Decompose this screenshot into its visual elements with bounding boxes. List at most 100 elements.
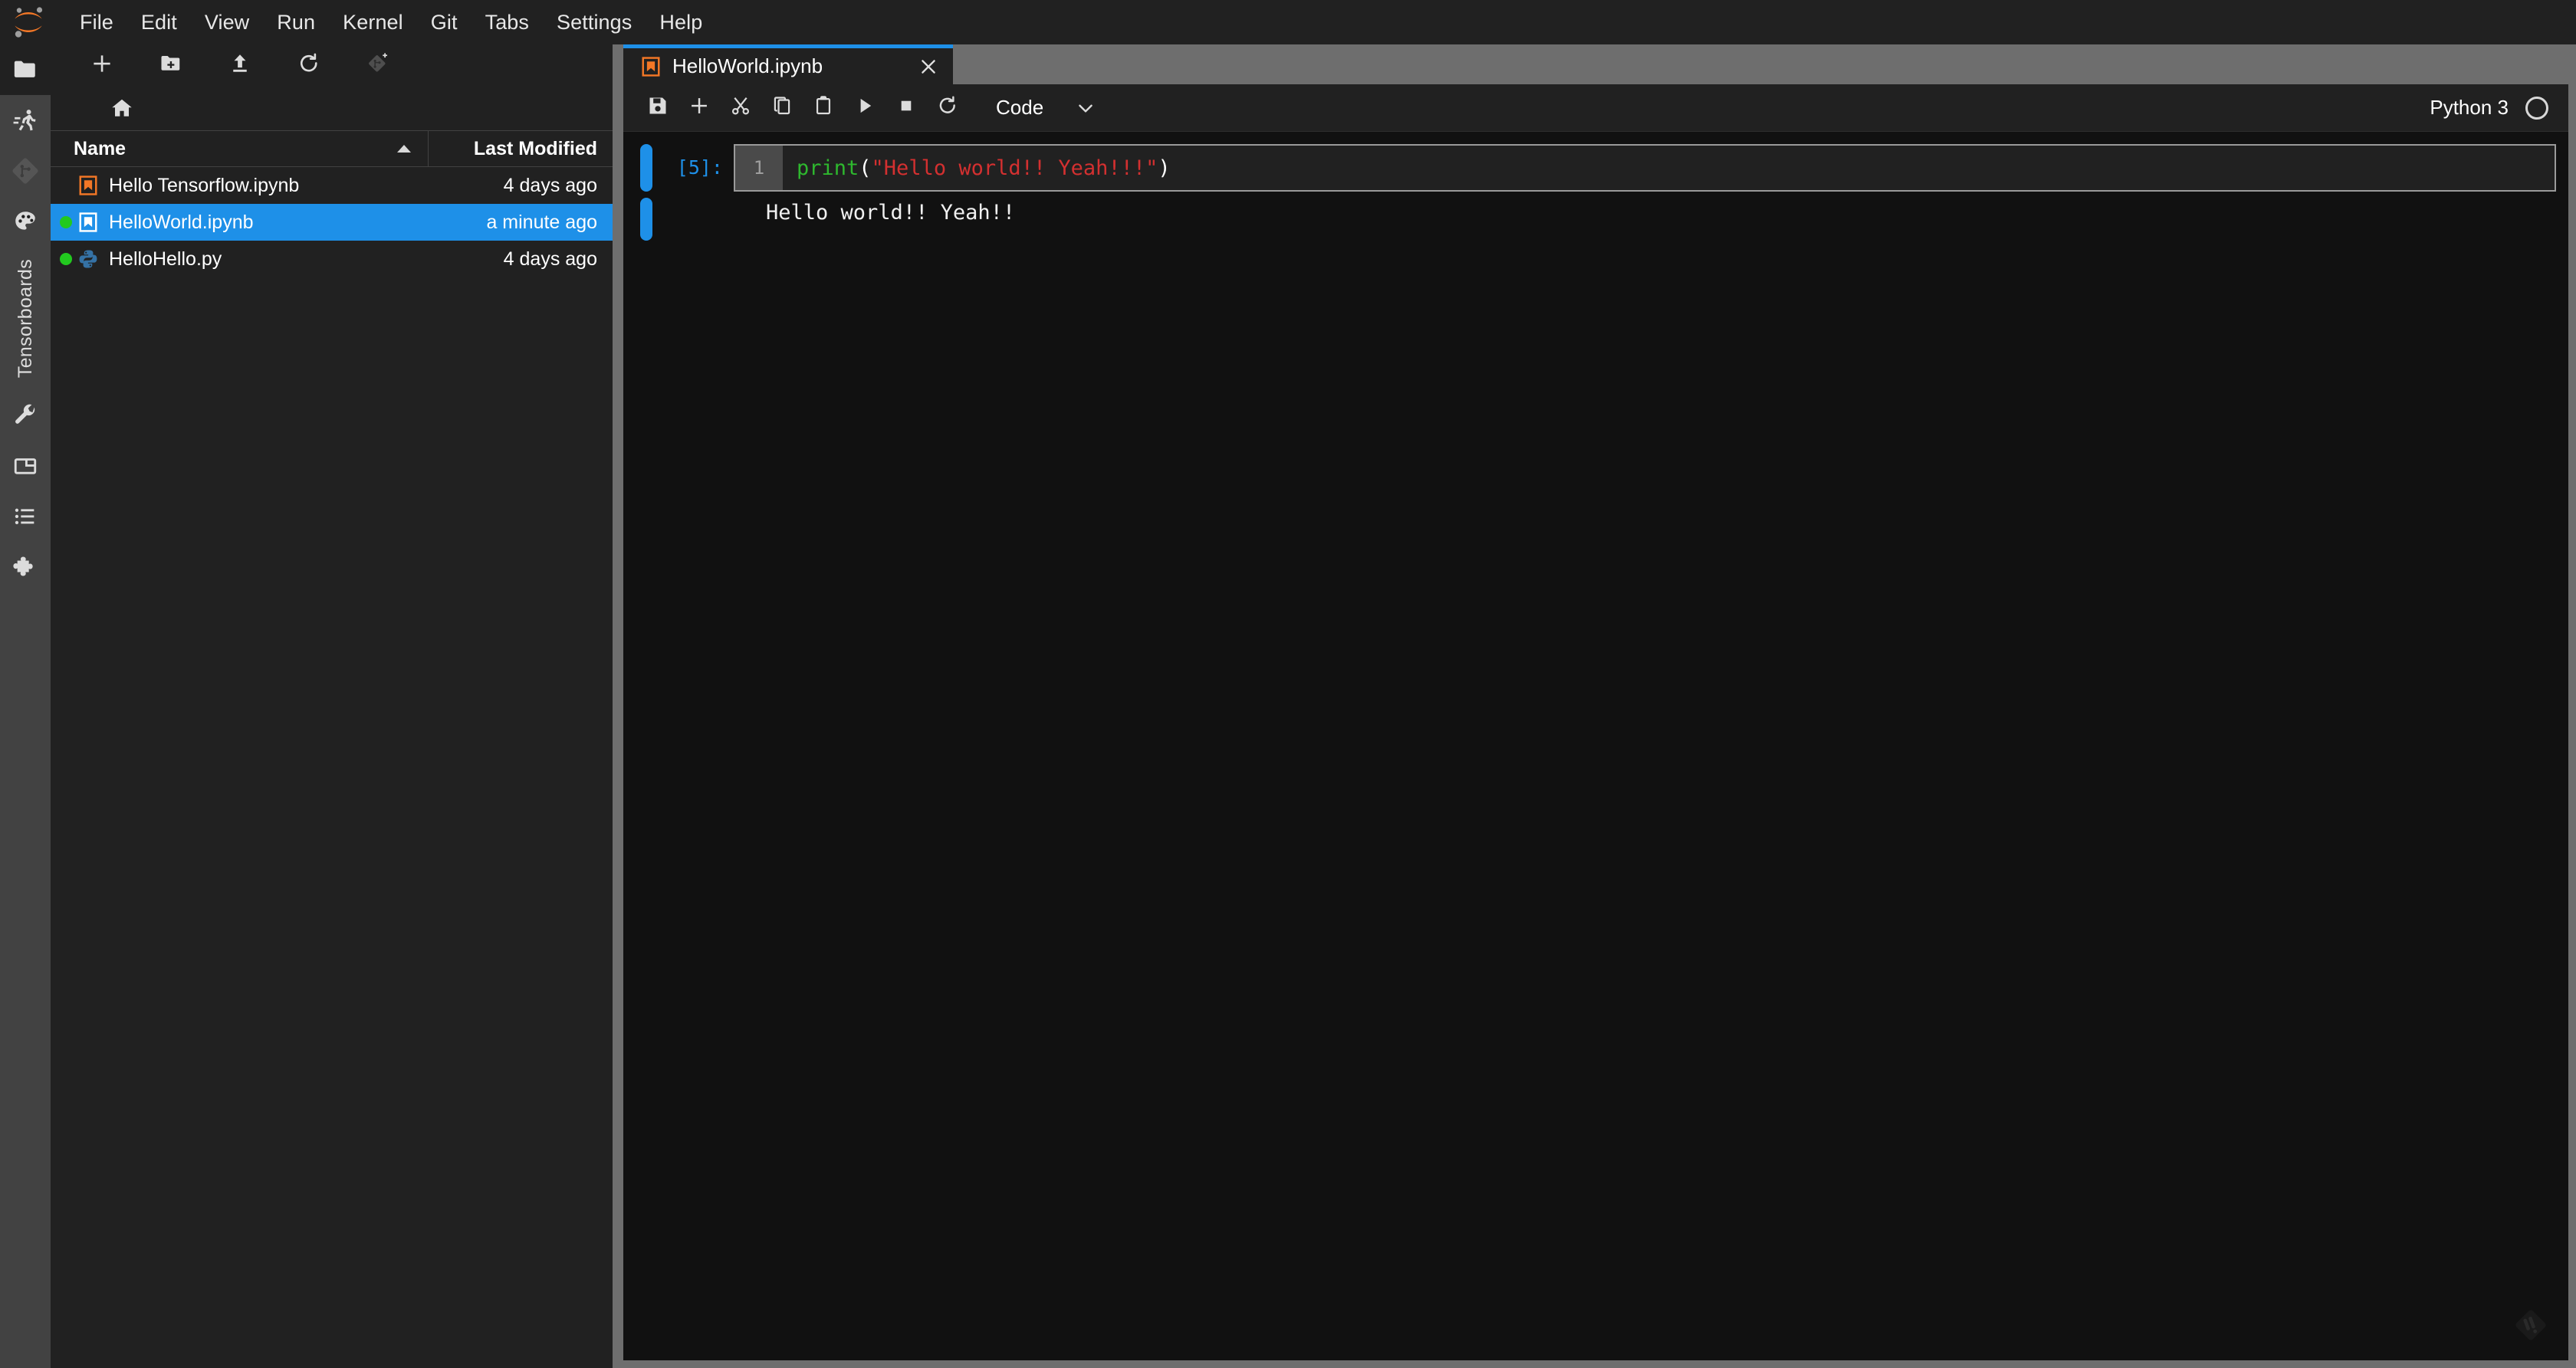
plus-icon — [688, 95, 710, 120]
sidebar-item-table-of-contents[interactable] — [0, 491, 51, 542]
file-list-header: Name Last Modified — [51, 130, 613, 167]
menu-item-tabs[interactable]: Tabs — [472, 8, 543, 38]
folder-icon — [12, 57, 38, 83]
wrench-icon — [12, 402, 38, 428]
column-header-last-modified-label: Last Modified — [473, 137, 597, 159]
sidebar-item-git[interactable] — [0, 146, 51, 196]
code-token-open-paren: ( — [859, 156, 872, 180]
code-source-line[interactable]: print("Hello world!! Yeah!!!") — [783, 146, 2555, 190]
tab-label: HelloWorld.ipynb — [672, 54, 823, 77]
file-list-empty-area[interactable] — [51, 277, 613, 1368]
menu-item-view[interactable]: View — [191, 8, 263, 38]
kernel-idle-circle-icon[interactable] — [2525, 96, 2548, 120]
jupyter-logo-icon[interactable] — [8, 2, 49, 43]
column-header-name-label: Name — [74, 137, 127, 159]
palette-icon — [12, 208, 38, 235]
git-clone-button[interactable] — [343, 46, 412, 84]
sidebar-item-extension-manager[interactable] — [0, 542, 51, 592]
refresh-file-list-button[interactable] — [274, 46, 343, 84]
sidebar-item-running[interactable] — [0, 95, 51, 146]
notebook-icon — [640, 56, 662, 77]
file-name: HelloHello.py — [109, 248, 222, 270]
column-header-last-modified[interactable]: Last Modified — [429, 131, 613, 166]
sort-ascending-icon — [397, 145, 411, 153]
chevron-down-icon — [1076, 98, 1096, 118]
code-token-function: print — [797, 156, 859, 180]
copy-cells-button[interactable] — [761, 87, 803, 129]
plus-icon — [90, 52, 113, 79]
save-icon — [647, 95, 669, 120]
tab-helloworld-ipynb[interactable]: HelloWorld.ipynb — [623, 44, 953, 84]
paste-icon — [813, 95, 834, 120]
code-token-close-paren: ) — [1158, 156, 1171, 180]
cell-output-text: Hello world!! Yeah!! — [766, 201, 1016, 225]
git-icon — [12, 157, 39, 185]
git-clone-icon — [366, 52, 389, 79]
jupyterlab-watermark-icon — [2513, 1307, 2548, 1347]
save-notebook-button[interactable] — [637, 87, 678, 129]
menu-item-help[interactable]: Help — [646, 8, 716, 38]
interrupt-kernel-button[interactable] — [886, 87, 927, 129]
main-dock-area: HelloWorld.ipynb Code Python 3 [5]: 1 pr… — [623, 44, 2576, 1368]
run-cell-button[interactable] — [844, 87, 886, 129]
line-number: 1 — [735, 146, 783, 190]
refresh-icon — [297, 52, 320, 79]
extension-icon — [12, 554, 38, 580]
menu-item-settings[interactable]: Settings — [543, 8, 646, 38]
stop-icon — [895, 95, 917, 120]
new-folder-button[interactable] — [136, 46, 205, 84]
running-icon — [12, 107, 38, 133]
cell-type-dropdown[interactable]: Code — [985, 90, 1100, 126]
active-cell-indicator — [640, 144, 652, 192]
sidebar-item-tensorboards[interactable]: Tensorboards — [15, 247, 37, 390]
restart-kernel-button[interactable] — [927, 87, 968, 129]
upload-files-button[interactable] — [205, 46, 274, 84]
close-icon[interactable] — [909, 47, 948, 87]
sidebar-item-file-browser[interactable] — [0, 44, 51, 95]
list-item[interactable]: Hello Tensorflow.ipynb 4 days ago — [51, 167, 613, 204]
menu-item-git[interactable]: Git — [417, 8, 472, 38]
file-name: HelloWorld.ipynb — [109, 211, 254, 233]
file-list: Hello Tensorflow.ipynb 4 days ago HelloW… — [51, 167, 613, 277]
left-sidebar-rail: Tensorboards — [0, 44, 51, 1368]
cut-icon — [730, 95, 751, 120]
copy-icon — [771, 95, 793, 120]
menu-items: File Edit View Run Kernel Git Tabs Setti… — [66, 8, 716, 38]
menu-item-edit[interactable]: Edit — [127, 8, 191, 38]
file-last-modified: a minute ago — [486, 211, 597, 233]
menu-item-run[interactable]: Run — [263, 8, 329, 38]
notebook-cell-input[interactable]: [5]: 1 print("Hello world!! Yeah!!!") — [623, 132, 2568, 192]
kernel-name[interactable]: Python 3 — [2430, 96, 2509, 120]
sidebar-item-open-tabs[interactable] — [0, 441, 51, 491]
column-header-name[interactable]: Name — [51, 131, 429, 166]
sidebar-item-property-inspector[interactable] — [0, 390, 51, 441]
menu-bar: File Edit View Run Kernel Git Tabs Setti… — [0, 0, 2576, 44]
panel-splitter[interactable] — [613, 44, 623, 1368]
sidebar-item-command-palette[interactable] — [0, 196, 51, 247]
home-icon[interactable] — [110, 97, 133, 120]
menu-item-file[interactable]: File — [66, 8, 127, 38]
toc-icon — [12, 504, 38, 530]
execution-count-prompt: [5]: — [676, 156, 723, 179]
output-cell-indicator — [640, 198, 652, 241]
file-last-modified: 4 days ago — [503, 174, 597, 196]
file-last-modified: 4 days ago — [503, 248, 597, 270]
cell-type-value: Code — [996, 96, 1044, 119]
cut-cells-button[interactable] — [720, 87, 761, 129]
run-icon — [854, 95, 876, 120]
new-launcher-button[interactable] — [67, 46, 136, 84]
kernel-status-area: Python 3 — [2430, 96, 2568, 120]
insert-cell-below-button[interactable] — [678, 87, 720, 129]
list-item[interactable]: HelloHello.py 4 days ago — [51, 241, 613, 277]
paste-cells-button[interactable] — [803, 87, 844, 129]
code-editor[interactable]: 1 print("Hello world!! Yeah!!!") — [734, 144, 2556, 192]
list-item[interactable]: HelloWorld.ipynb a minute ago — [51, 204, 613, 241]
running-indicator — [60, 216, 72, 228]
notebook-canvas[interactable]: [5]: 1 print("Hello world!! Yeah!!!") He… — [623, 132, 2568, 1360]
restart-icon — [937, 95, 958, 120]
application-shell: Tensorboards Name Last Modified Hello Te… — [0, 44, 2576, 1368]
menu-item-kernel[interactable]: Kernel — [329, 8, 417, 38]
notebook-cell-output[interactable]: Hello world!! Yeah!! — [623, 192, 2568, 241]
notebook-icon — [77, 174, 100, 197]
file-name: Hello Tensorflow.ipynb — [109, 174, 300, 196]
